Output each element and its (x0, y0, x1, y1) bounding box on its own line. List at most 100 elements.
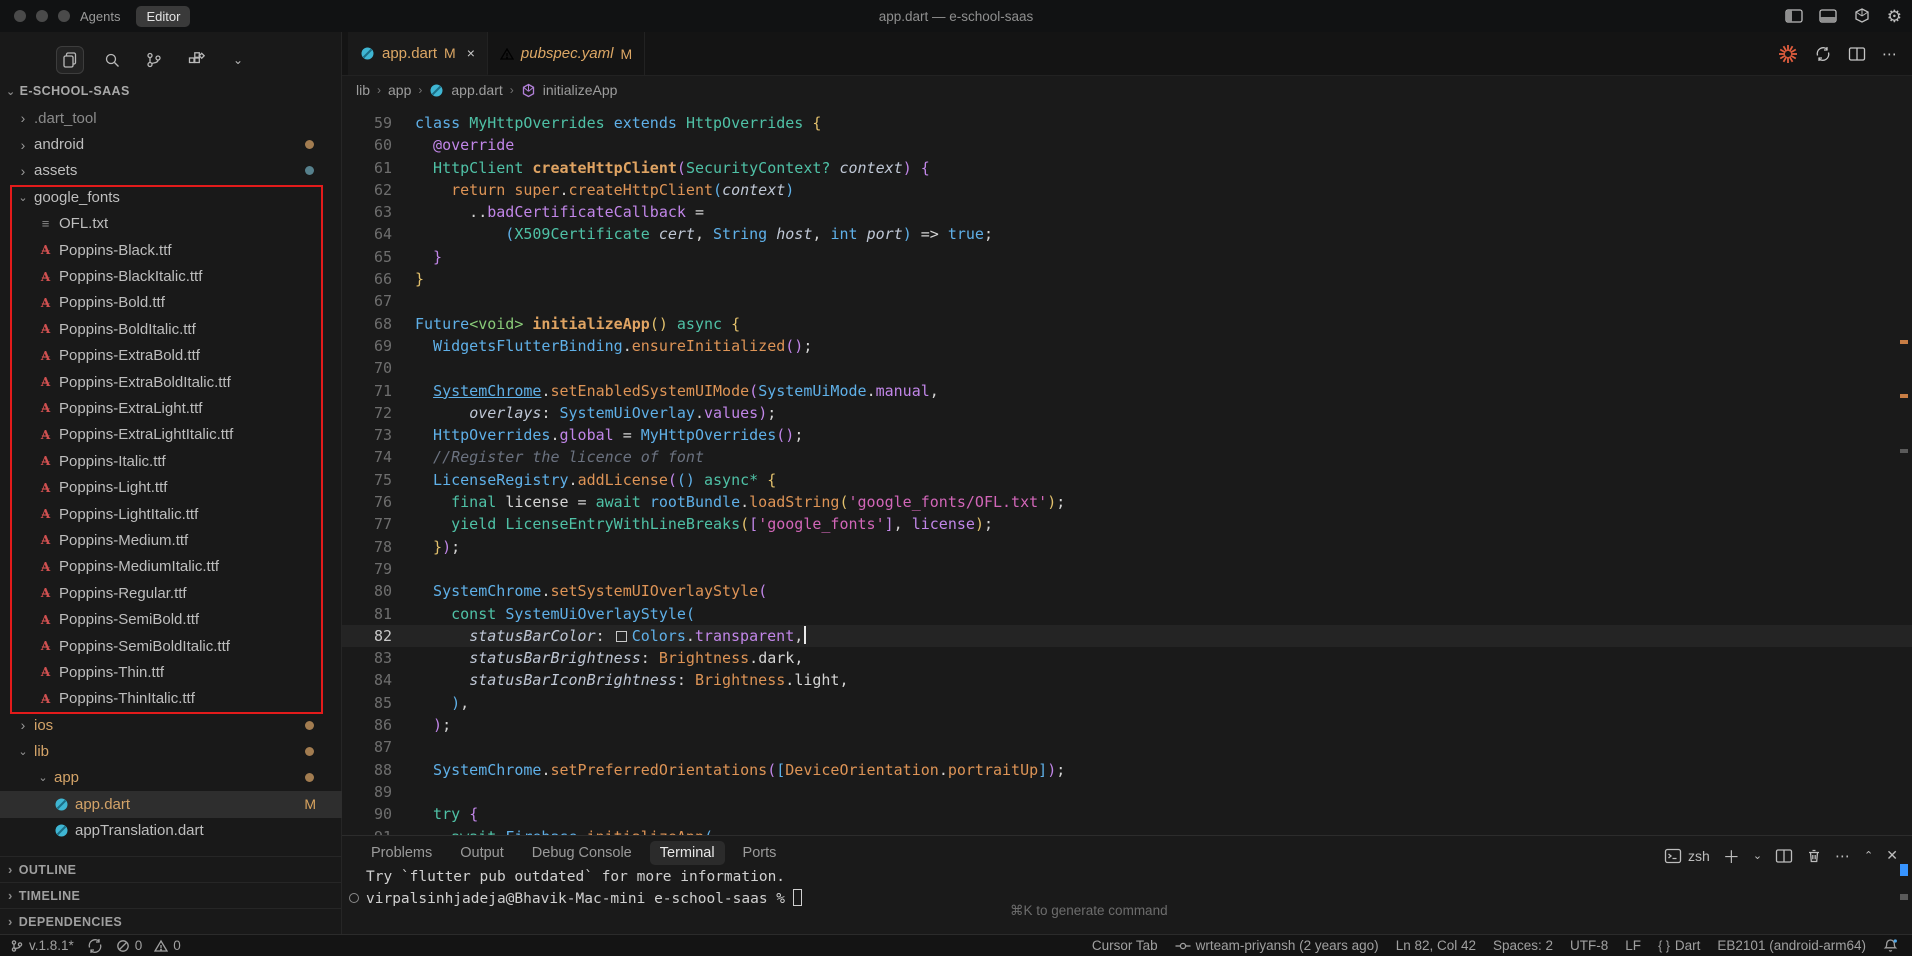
line-number[interactable]: 86 (342, 714, 392, 736)
status-bell[interactable] (1883, 938, 1898, 953)
status-dart[interactable]: { }Dart (1658, 938, 1700, 953)
minimize-window-icon[interactable] (36, 10, 48, 22)
status-wrteam-priyansh-2-years-ago[interactable]: wrteam-priyansh (2 years ago) (1175, 938, 1379, 953)
tree-item-Poppins-BoldItalic.ttf[interactable]: A̶Poppins-BoldItalic.ttf (0, 316, 342, 342)
code-line-87[interactable]: 87 (342, 736, 1912, 758)
line-number[interactable]: 76 (342, 491, 392, 513)
code-line-65[interactable]: 65 } (342, 246, 1912, 268)
chevron-up-icon[interactable]: ⌃ (1864, 849, 1873, 862)
trash-icon[interactable] (1806, 848, 1822, 864)
close-window-icon[interactable] (14, 10, 26, 22)
mode-tab-agents[interactable]: Agents (70, 6, 130, 27)
code-line-60[interactable]: 60 @override (342, 134, 1912, 156)
explorer-header[interactable]: ⌄ E-SCHOOL-SAAS (6, 84, 130, 98)
code-line-83[interactable]: 83 statusBarBrightness: Brightness.dark, (342, 647, 1912, 669)
panel-tab-terminal[interactable]: Terminal (650, 841, 725, 865)
tree-item-Poppins-SemiBold.ttf[interactable]: A̶Poppins-SemiBold.ttf (0, 606, 342, 632)
extensions-button[interactable] (182, 46, 210, 74)
files-button[interactable] (56, 46, 84, 74)
sync-icon[interactable] (1814, 45, 1832, 63)
status-0[interactable]: 0 (154, 938, 181, 953)
line-number[interactable]: 85 (342, 692, 392, 714)
maximize-window-icon[interactable] (58, 10, 70, 22)
tree-item-OFL.txt[interactable]: ≡OFL.txt (0, 211, 342, 237)
status-v-1-8-1[interactable]: v.1.8.1* (10, 938, 74, 953)
line-number[interactable]: 87 (342, 736, 392, 758)
code-line-89[interactable]: 89 (342, 781, 1912, 803)
status-spaces-2[interactable]: Spaces: 2 (1493, 938, 1553, 953)
code-line-78[interactable]: 78 }); (342, 536, 1912, 558)
line-number[interactable]: 83 (342, 647, 392, 669)
split-panel-icon[interactable] (1775, 848, 1793, 864)
code-line-64[interactable]: 64 (X509Certificate cert, String host, i… (342, 223, 1912, 245)
panel-tab-output[interactable]: Output (450, 841, 514, 865)
code-line-70[interactable]: 70 (342, 357, 1912, 379)
code-line-74[interactable]: 74 //Register the licence of font (342, 446, 1912, 468)
layout-panel-icon[interactable] (1819, 8, 1837, 24)
code-line-90[interactable]: 90 try { (342, 803, 1912, 825)
line-number[interactable]: 69 (342, 335, 392, 357)
tree-item-Poppins-Light.ttf[interactable]: A̶Poppins-Light.ttf (0, 474, 342, 500)
line-number[interactable]: 63 (342, 201, 392, 223)
code-line-63[interactable]: 63 ..badCertificateCallback = (342, 201, 1912, 223)
tree-item-.dart_tool[interactable]: ›.dart_tool (0, 105, 342, 131)
tree-item-app.dart[interactable]: app.dartM (0, 791, 342, 817)
code-line-81[interactable]: 81 const SystemUiOverlayStyle( (342, 603, 1912, 625)
tree-item-Poppins-MediumItalic.ttf[interactable]: A̶Poppins-MediumItalic.ttf (0, 554, 342, 580)
line-number[interactable]: 61 (342, 157, 392, 179)
line-number[interactable]: 81 (342, 603, 392, 625)
breadcrumb[interactable]: lib›app›app.dart›initializeApp (342, 76, 1912, 104)
more-icon[interactable]: ⋯ (1835, 847, 1851, 865)
line-number[interactable]: 73 (342, 424, 392, 446)
terminal-output[interactable]: Try `flutter pub outdated` for more info… (366, 866, 802, 910)
status-eb2101-android-arm64[interactable]: EB2101 (android-arm64) (1717, 938, 1866, 953)
line-number[interactable]: 72 (342, 402, 392, 424)
panel-tab-problems[interactable]: Problems (361, 841, 442, 865)
editor-tab-app.dart[interactable]: app.dartM× (348, 32, 488, 75)
code-line-68[interactable]: 68Future<void> initializeApp() async { (342, 313, 1912, 335)
line-number[interactable]: 91 (342, 826, 392, 836)
code-line-77[interactable]: 77 yield LicenseEntryWithLineBreaks(['go… (342, 513, 1912, 535)
status-ln-82-col-42[interactable]: Ln 82, Col 42 (1396, 938, 1476, 953)
status-utf-8[interactable]: UTF-8 (1570, 938, 1608, 953)
tree-item-Poppins-Black.ttf[interactable]: A̶Poppins-Black.ttf (0, 237, 342, 263)
breadcrumb-item[interactable]: initializeApp (543, 82, 618, 98)
line-number[interactable]: 74 (342, 446, 392, 468)
breadcrumb-item[interactable]: app (388, 82, 411, 98)
breadcrumb-item[interactable]: lib (356, 82, 370, 98)
line-number[interactable]: 66 (342, 268, 392, 290)
code-line-66[interactable]: 66} (342, 268, 1912, 290)
code-line-62[interactable]: 62 return super.createHttpClient(context… (342, 179, 1912, 201)
tree-item-Poppins-ExtraBoldItalic.ttf[interactable]: A̶Poppins-ExtraBoldItalic.ttf (0, 369, 342, 395)
line-number[interactable]: 62 (342, 179, 392, 201)
tree-item-Poppins-Thin.ttf[interactable]: A̶Poppins-Thin.ttf (0, 659, 342, 685)
line-number[interactable]: 89 (342, 781, 392, 803)
tree-item-Poppins-Medium.ttf[interactable]: A̶Poppins-Medium.ttf (0, 527, 342, 553)
close-tab-icon[interactable]: × (467, 45, 475, 61)
flutter-burst-icon[interactable] (1778, 44, 1798, 64)
line-number[interactable]: 71 (342, 380, 392, 402)
line-number[interactable]: 78 (342, 536, 392, 558)
code-line-73[interactable]: 73 HttpOverrides.global = MyHttpOverride… (342, 424, 1912, 446)
tree-item-Poppins-Italic.ttf[interactable]: A̶Poppins-Italic.ttf (0, 448, 342, 474)
line-number[interactable]: 82 (342, 625, 392, 647)
plus-icon[interactable]: ＋ (1723, 843, 1740, 868)
chevron-down-button[interactable]: ⌄ (224, 46, 252, 74)
code-line-72[interactable]: 72 overlays: SystemUiOverlay.values); (342, 402, 1912, 424)
tree-item-ios[interactable]: ›ios (0, 712, 342, 738)
close-icon[interactable]: ✕ (1886, 847, 1898, 864)
tree-item-google_fonts[interactable]: ⌄google_fonts (0, 184, 342, 210)
code-line-88[interactable]: 88 SystemChrome.setPreferredOrientations… (342, 759, 1912, 781)
code-line-75[interactable]: 75 LicenseRegistry.addLicense(() async* … (342, 469, 1912, 491)
line-number[interactable]: 90 (342, 803, 392, 825)
code-line-61[interactable]: 61 HttpClient createHttpClient(SecurityC… (342, 157, 1912, 179)
line-number[interactable]: 64 (342, 223, 392, 245)
tree-item-Poppins-Regular.ttf[interactable]: A̶Poppins-Regular.ttf (0, 580, 342, 606)
code-line-82[interactable]: 82 statusBarColor: Colors.transparent, (342, 625, 1912, 647)
breadcrumb-item[interactable]: app.dart (451, 82, 502, 98)
line-number[interactable]: 77 (342, 513, 392, 535)
panel-tab-debug-console[interactable]: Debug Console (522, 841, 642, 865)
line-number[interactable]: 65 (342, 246, 392, 268)
color-swatch[interactable] (616, 631, 627, 642)
tree-item-Poppins-ExtraLight.ttf[interactable]: A̶Poppins-ExtraLight.ttf (0, 395, 342, 421)
